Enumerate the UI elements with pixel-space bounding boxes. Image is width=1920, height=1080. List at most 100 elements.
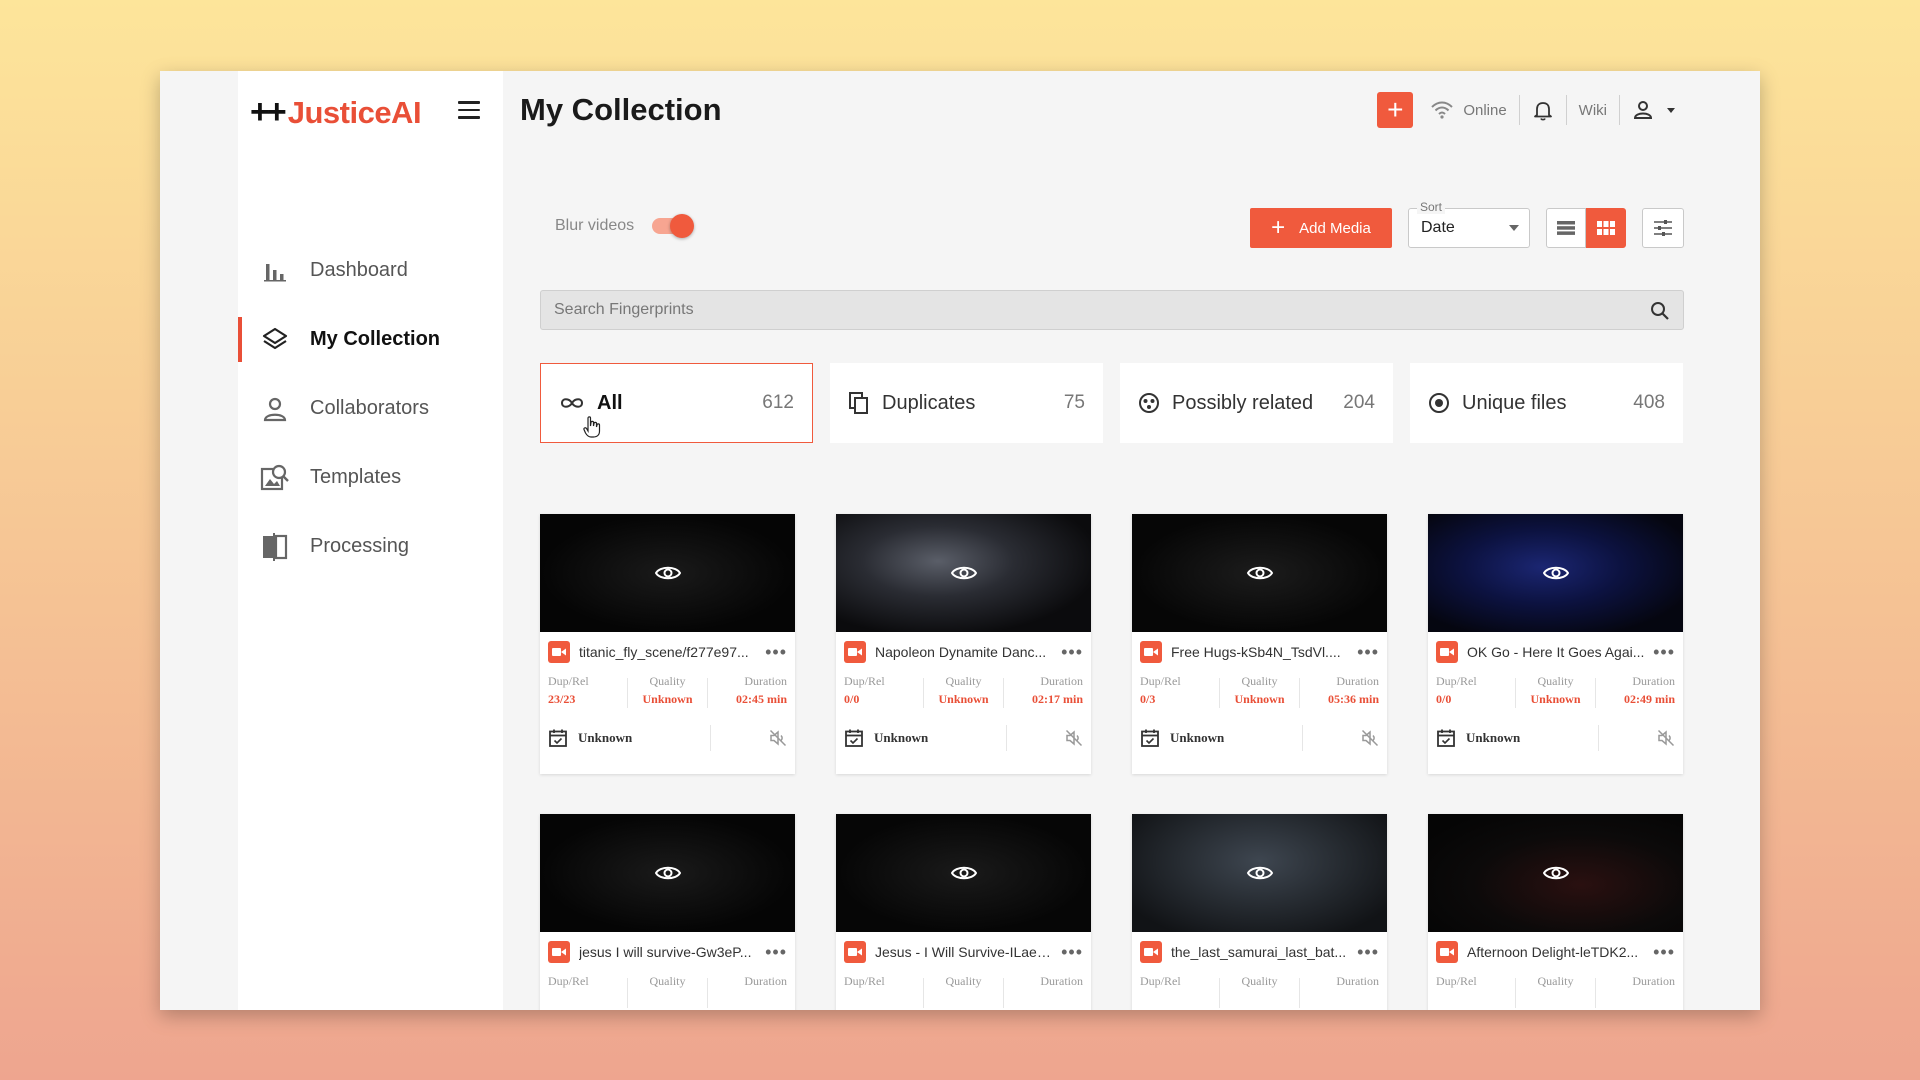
video-title[interactable]: OK Go - Here It Goes Agai... [1467, 644, 1645, 660]
video-title-row: jesus I will survive-Gw3eP... ••• [540, 932, 795, 972]
video-card[interactable]: Napoleon Dynamite Danc... ••• Dup/Rel 0/… [836, 514, 1091, 774]
sidebar-item-templates[interactable]: Templates [238, 443, 503, 512]
dup-rel: Dup/Rel 0/0 [1436, 674, 1515, 714]
sort-select[interactable]: Sort Date [1408, 200, 1530, 248]
eye-icon[interactable] [1246, 864, 1273, 882]
quick-add-button[interactable]: + [1377, 92, 1414, 128]
video-camera-icon [844, 941, 866, 963]
eye-icon[interactable] [1246, 564, 1273, 582]
caret-down-icon [1509, 225, 1519, 231]
menu-toggle-icon[interactable] [458, 101, 480, 119]
filter-duplicates[interactable]: Duplicates 75 [830, 363, 1103, 443]
more-options-icon[interactable]: ••• [1653, 943, 1675, 961]
sidebar-item-collaborators[interactable]: Collaborators [238, 374, 503, 443]
video-thumbnail[interactable] [540, 514, 795, 632]
search-input[interactable]: Search Fingerprints [540, 290, 1684, 330]
muted-icon[interactable] [1361, 729, 1379, 747]
video-title[interactable]: the_last_samurai_last_bat... [1171, 944, 1349, 960]
video-meta: Dup/Rel Quality Duration [1132, 972, 1387, 1010]
muted-icon[interactable] [769, 729, 787, 747]
video-card[interactable]: Free Hugs-kSb4N_TsdVl.... ••• Dup/Rel 0/… [1132, 514, 1387, 774]
meta-label: Quality [945, 974, 982, 988]
search-icon[interactable] [1649, 300, 1671, 322]
video-title[interactable]: Afternoon Delight-leTDK2... [1467, 944, 1645, 960]
video-title[interactable]: Napoleon Dynamite Danc... [875, 644, 1053, 660]
meta-label: Dup/Rel [844, 974, 885, 988]
sidebar-item-processing[interactable]: Processing [238, 512, 503, 581]
wifi-icon [1431, 101, 1454, 119]
more-options-icon[interactable]: ••• [1061, 643, 1083, 661]
blur-videos-control: Blur videos [555, 214, 695, 238]
quality: Quality Unknown [1220, 674, 1299, 714]
meta-value: 0/3 [1140, 692, 1156, 706]
video-camera-icon [1140, 941, 1162, 963]
dup-rel: Dup/Rel 23/23 [548, 674, 627, 714]
video-footer: Unknown [1132, 714, 1387, 762]
meta-label: Dup/Rel [1140, 974, 1181, 988]
add-media-button[interactable]: + Add Media [1250, 208, 1392, 248]
filter-unique-files[interactable]: Unique files 408 [1410, 363, 1683, 443]
eye-icon[interactable] [1542, 564, 1569, 582]
eye-icon[interactable] [654, 864, 681, 882]
blur-videos-label: Blur videos [555, 217, 635, 234]
bar-chart-icon [260, 256, 290, 286]
video-card[interactable]: jesus I will survive-Gw3eP... ••• Dup/Re… [540, 814, 795, 1010]
muted-icon[interactable] [1065, 729, 1083, 747]
search-placeholder: Search Fingerprints [554, 301, 694, 318]
meta-value: 02:45 min [736, 692, 787, 706]
more-options-icon[interactable]: ••• [1061, 943, 1083, 961]
meta-label: Duration [1632, 674, 1675, 688]
user-menu[interactable] [1632, 99, 1680, 121]
divider [1598, 725, 1599, 751]
muted-icon[interactable] [1657, 729, 1675, 747]
user-icon [1633, 101, 1653, 119]
more-options-icon[interactable]: ••• [765, 943, 787, 961]
filter-settings-button[interactable] [1642, 208, 1684, 248]
wiki-link[interactable]: Wiki [1579, 102, 1607, 119]
video-card[interactable]: Jesus - I Will Survive-ILaeL... ••• Dup/… [836, 814, 1091, 1010]
eye-icon[interactable] [654, 564, 681, 582]
meta-label: Dup/Rel [1436, 674, 1477, 688]
sidebar-item-dashboard[interactable]: Dashboard [238, 236, 503, 305]
video-thumbnail[interactable] [1428, 514, 1683, 632]
video-thumbnail[interactable] [836, 514, 1091, 632]
more-options-icon[interactable]: ••• [765, 643, 787, 661]
sidebar-item-my-collection[interactable]: My Collection [238, 305, 503, 374]
duration: Duration [1596, 974, 1675, 1010]
more-options-icon[interactable]: ••• [1357, 943, 1379, 961]
video-title[interactable]: jesus I will survive-Gw3eP... [579, 944, 757, 960]
video-title[interactable]: Jesus - I Will Survive-ILaeL... [875, 944, 1053, 960]
more-options-icon[interactable]: ••• [1357, 643, 1379, 661]
bell-icon[interactable] [1532, 99, 1554, 121]
meta-value: 05:36 min [1328, 692, 1379, 706]
blur-videos-toggle[interactable] [652, 214, 695, 238]
filter-count: 612 [762, 392, 794, 413]
more-options-icon[interactable]: ••• [1653, 643, 1675, 661]
video-thumbnail[interactable] [540, 814, 795, 932]
video-thumbnail[interactable] [1132, 814, 1387, 932]
video-thumbnail[interactable] [1428, 814, 1683, 932]
video-meta: Dup/Rel Quality Duration [540, 972, 795, 1010]
eye-icon[interactable] [950, 564, 977, 582]
eye-icon[interactable] [950, 864, 977, 882]
video-card[interactable]: titanic_fly_scene/f277e97... ••• Dup/Rel… [540, 514, 795, 774]
video-thumbnail[interactable] [836, 814, 1091, 932]
video-card[interactable]: the_last_samurai_last_bat... ••• Dup/Rel… [1132, 814, 1387, 1010]
list-view-button[interactable] [1546, 208, 1586, 248]
grid-view-button[interactable] [1586, 208, 1626, 248]
video-title[interactable]: titanic_fly_scene/f277e97... [579, 644, 757, 660]
eye-icon[interactable] [1542, 864, 1569, 882]
related-icon [1138, 392, 1160, 414]
sidebar-item-label: Templates [310, 466, 402, 488]
video-card[interactable]: OK Go - Here It Goes Agai... ••• Dup/Rel… [1428, 514, 1683, 774]
video-card[interactable]: Afternoon Delight-leTDK2... ••• Dup/Rel … [1428, 814, 1683, 1010]
filter-all[interactable]: All 612 [540, 363, 813, 443]
app-logo[interactable]: ++ JusticeAI [250, 93, 422, 132]
meta-label: Dup/Rel [1436, 974, 1477, 988]
video-title-row: titanic_fly_scene/f277e97... ••• [540, 632, 795, 672]
video-title[interactable]: Free Hugs-kSb4N_TsdVl.... [1171, 644, 1349, 660]
filter-possibly-related[interactable]: Possibly related 204 [1120, 363, 1393, 443]
video-footer: Unknown [836, 714, 1091, 762]
video-thumbnail[interactable] [1132, 514, 1387, 632]
video-footer: Unknown [1428, 714, 1683, 762]
